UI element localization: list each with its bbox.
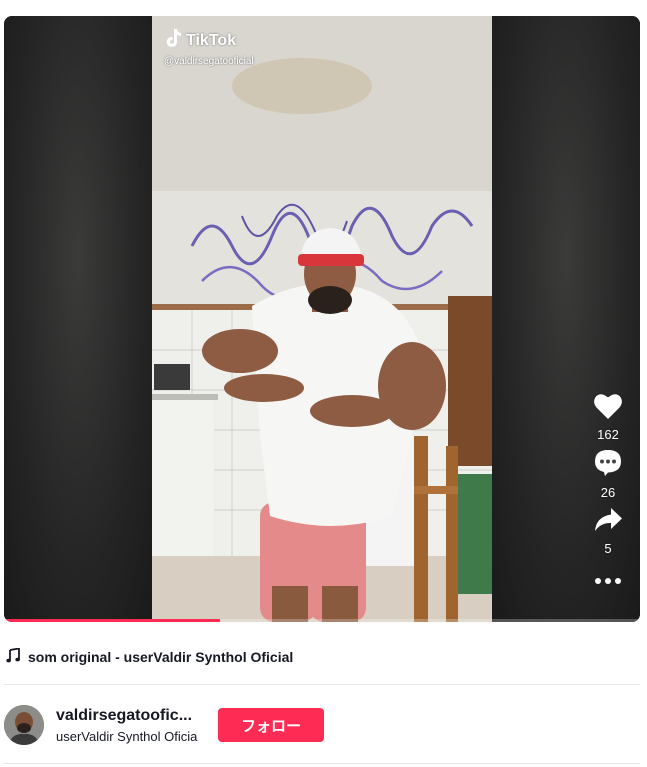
share-button[interactable]: 5 xyxy=(593,506,623,556)
tiktok-embed: TikTok @valdirsegatooficial 162 26 5 som… xyxy=(0,0,647,767)
progress-bar[interactable] xyxy=(4,619,640,622)
music-row[interactable]: som original - userValdir Synthol Oficia… xyxy=(6,647,294,666)
music-note-icon xyxy=(6,647,20,666)
progress-fill xyxy=(4,619,221,622)
music-title: som original - userValdir Synthol Oficia… xyxy=(28,649,294,665)
watermark-brand: TikTok xyxy=(186,31,237,49)
like-button[interactable]: 162 xyxy=(593,392,623,442)
tiktok-logo-icon xyxy=(164,28,182,53)
action-rail: 162 26 5 xyxy=(580,392,636,590)
watermark-handle: @valdirsegatooficial xyxy=(164,56,254,67)
author-handle: valdirsegatoofic... xyxy=(56,706,193,724)
comment-button[interactable]: 26 xyxy=(593,448,623,500)
divider-top xyxy=(4,684,640,685)
author-nickname: userValdir Synthol Oficia xyxy=(56,728,198,744)
video-frame[interactable] xyxy=(152,16,492,622)
author-info[interactable]: valdirsegatoofic... userValdir Synthol O… xyxy=(56,707,206,744)
video-player[interactable]: TikTok @valdirsegatooficial 162 26 5 xyxy=(4,16,640,622)
avatar[interactable] xyxy=(4,705,44,745)
share-count: 5 xyxy=(604,541,612,556)
video-scene xyxy=(152,16,492,622)
tiktok-watermark: TikTok @valdirsegatooficial xyxy=(164,28,254,67)
divider-bottom xyxy=(4,763,640,764)
author-row: valdirsegatoofic... userValdir Synthol O… xyxy=(4,702,640,748)
share-arrow-icon xyxy=(593,506,623,539)
more-options-button[interactable] xyxy=(593,572,623,590)
blurred-background-left xyxy=(4,16,152,622)
comment-count: 26 xyxy=(600,485,616,500)
like-count: 162 xyxy=(597,427,619,442)
heart-icon xyxy=(593,392,623,425)
watermark-logo: TikTok xyxy=(164,28,254,53)
follow-button[interactable]: フォロー xyxy=(218,708,324,742)
comment-bubble-icon xyxy=(593,448,623,483)
ellipsis-icon xyxy=(593,572,623,589)
